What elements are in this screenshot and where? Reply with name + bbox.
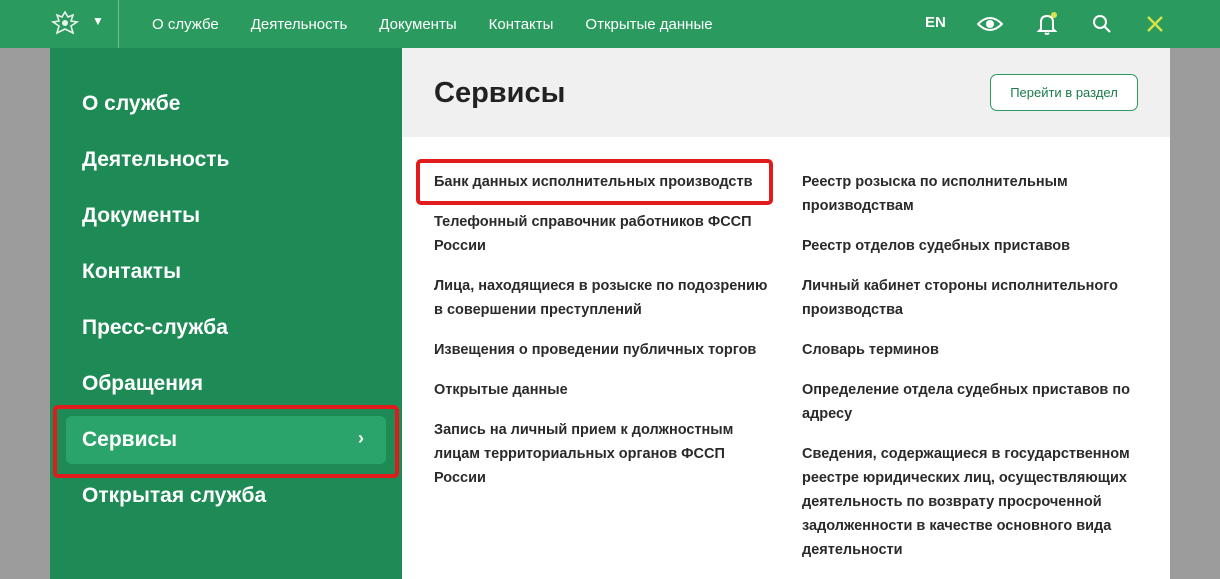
panel-header: Сервисы Перейти в раздел	[402, 48, 1170, 137]
caret-down-icon[interactable]: ▼	[92, 14, 104, 28]
emblem-icon[interactable]	[48, 8, 82, 40]
page-title: Сервисы	[434, 77, 566, 109]
link-department-by-address[interactable]: Определение отдела судебных приставов по…	[802, 378, 1142, 426]
link-personal-appointment[interactable]: Запись на личный прием к должностным лиц…	[434, 418, 759, 490]
sidebar-item-contacts[interactable]: Контакты	[82, 260, 181, 284]
sidebar-item-open-service[interactable]: Открытая служба	[82, 484, 266, 508]
link-wanted-registry[interactable]: Реестр розыска по исполнительным произво…	[802, 170, 1142, 218]
divider	[118, 0, 119, 48]
link-open-data[interactable]: Открытые данные	[434, 378, 774, 402]
sidebar-item-press[interactable]: Пресс-служба	[82, 316, 228, 340]
sidebar-item-documents[interactable]: Документы	[82, 204, 200, 228]
services-panel: Сервисы Перейти в раздел Банк данных исп…	[402, 48, 1170, 579]
go-to-section-button[interactable]: Перейти в раздел	[990, 74, 1138, 111]
page-background-right	[1170, 48, 1220, 579]
close-icon[interactable]	[1142, 11, 1168, 37]
bell-icon[interactable]	[1034, 11, 1060, 37]
nav-item-about[interactable]: О службе	[152, 16, 219, 33]
link-debt-collectors-registry[interactable]: Сведения, содержащиеся в государственном…	[802, 442, 1142, 562]
link-auction-notices[interactable]: Извещения о проведении публичных торгов	[434, 338, 774, 362]
sidebar-item-about[interactable]: О службе	[82, 92, 180, 116]
nav-item-contacts[interactable]: Контакты	[489, 16, 554, 33]
sidebar-item-activity[interactable]: Деятельность	[82, 148, 229, 172]
nav-item-activity[interactable]: Деятельность	[251, 16, 348, 33]
page-background-left	[0, 48, 50, 579]
link-glossary[interactable]: Словарь терминов	[802, 338, 1142, 362]
nav-item-documents[interactable]: Документы	[379, 16, 456, 33]
sidebar-menu: О службе Деятельность Документы Контакты…	[50, 48, 402, 579]
eye-icon[interactable]	[977, 11, 1003, 37]
nav-item-open-data[interactable]: Открытые данные	[585, 16, 712, 33]
link-phone-directory[interactable]: Телефонный справочник работников ФССП Ро…	[434, 210, 774, 258]
chevron-right-icon: ›	[358, 428, 364, 448]
search-icon[interactable]	[1089, 11, 1115, 37]
link-wanted-persons[interactable]: Лица, находящиеся в розыске по подозрени…	[434, 274, 774, 322]
sidebar-item-label: Сервисы	[82, 428, 178, 451]
link-personal-account[interactable]: Личный кабинет стороны исполнительного п…	[802, 274, 1142, 322]
link-bailiff-departments[interactable]: Реестр отделов судебных приставов	[802, 234, 1142, 258]
top-navigation-bar: ▼ О службе Деятельность Документы Контак…	[0, 0, 1220, 48]
link-enforcement-database[interactable]: Банк данных исполнительных производств	[434, 170, 774, 194]
sidebar-item-appeals[interactable]: Обращения	[82, 372, 203, 396]
language-switch[interactable]: EN	[925, 14, 946, 31]
sidebar-item-services[interactable]: Сервисы ›	[66, 416, 386, 464]
main-nav: О службе Деятельность Документы Контакты…	[152, 0, 713, 48]
